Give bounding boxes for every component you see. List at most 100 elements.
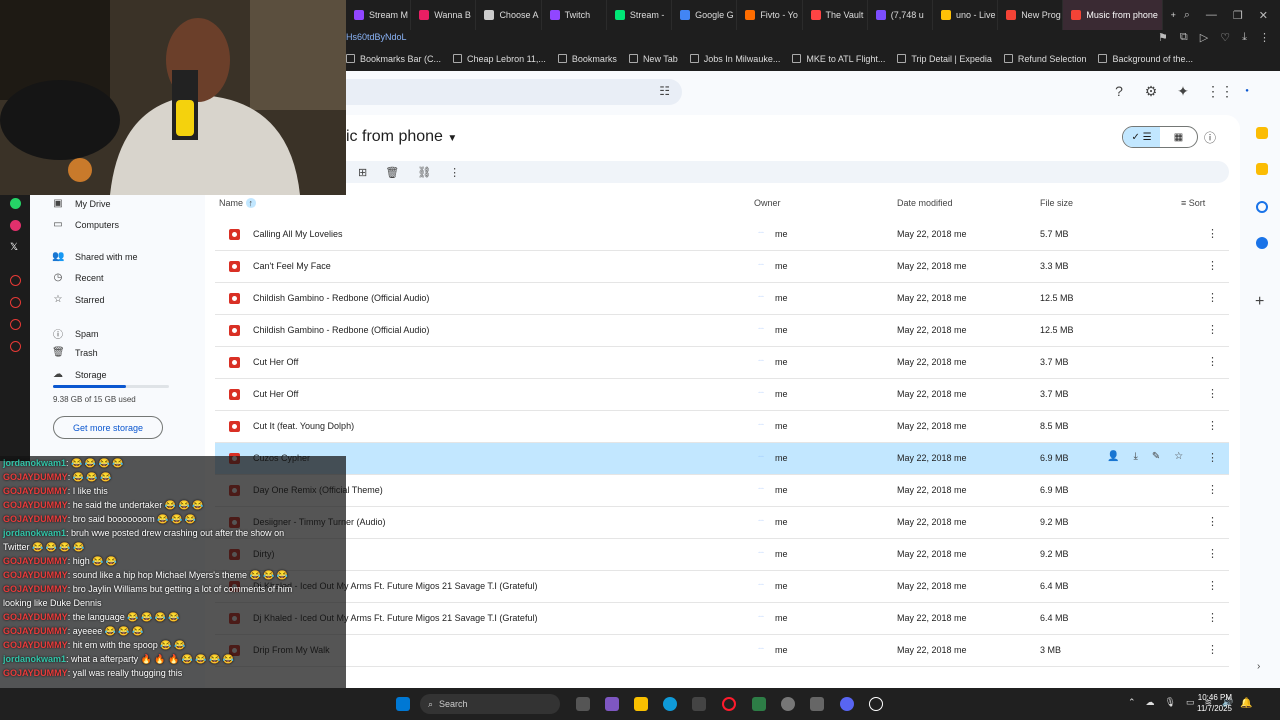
- browser-tab[interactable]: The Vault: [803, 0, 868, 30]
- more-options-icon[interactable]: ⋮: [1207, 611, 1218, 624]
- sidebar-item-computers[interactable]: ▭ Computers: [52, 219, 119, 230]
- notification-bell-icon[interactable]: 🔔: [1240, 698, 1252, 709]
- info-icon[interactable]: ⓘ: [1204, 129, 1216, 146]
- trash-icon[interactable]: 🗑: [385, 166, 399, 179]
- app-taskbar-icon[interactable]: [752, 697, 766, 711]
- opera-gx-icon[interactable]: [722, 697, 736, 711]
- browser-tab[interactable]: Wanna B: [411, 0, 477, 30]
- folder-dropdown-icon[interactable]: ▼: [447, 133, 457, 144]
- more-options-icon[interactable]: ⋮: [1207, 483, 1218, 496]
- more-options-icon[interactable]: ⋮: [1207, 355, 1218, 368]
- bookmark-item[interactable]: New Tab: [628, 54, 678, 64]
- browser-tab[interactable]: Google G: [672, 0, 738, 30]
- instagram-icon[interactable]: [10, 220, 21, 231]
- keep-icon[interactable]: [1256, 163, 1268, 175]
- sidebar-item-spam[interactable]: ⓘ Spam: [52, 326, 99, 342]
- file-row[interactable]: Childish Gambino - Redbone (Official Aud…: [215, 283, 1229, 315]
- search-box[interactable]: ☷: [346, 79, 682, 105]
- file-row[interactable]: Drip From My Walk◦◦◦meMay 22, 2018 me3 M…: [215, 635, 1229, 667]
- file-row[interactable]: Childish Gambino - Redbone (Official Aud…: [215, 315, 1229, 347]
- file-row[interactable]: Cut Her Off ◦◦◦ me May 22, 2018 me 3.7 MB ⋮: [215, 347, 1229, 379]
- contacts-icon[interactable]: [1256, 237, 1268, 249]
- menu-icon[interactable]: ⋮: [1259, 31, 1270, 44]
- minimize-icon[interactable]: —: [1206, 9, 1217, 22]
- bookmark-item[interactable]: Cheap Lebron 11,...: [453, 54, 546, 64]
- browser-tab[interactable]: Fivto - Yo: [737, 0, 803, 30]
- browser-tab[interactable]: Stream -: [607, 0, 673, 30]
- settings-gear-icon[interactable]: ⚙: [1142, 82, 1160, 100]
- browser-tab[interactable]: Twitch: [542, 0, 607, 30]
- owner-column-header[interactable]: Owner: [754, 198, 781, 208]
- view-toggle[interactable]: ✓ ☰ ▦: [1122, 126, 1198, 148]
- download-icon[interactable]: ⤓: [1242, 31, 1247, 44]
- app-taskbar-icon-2[interactable]: [810, 697, 824, 711]
- sidebar-item-my-drive[interactable]: ▣ My Drive: [52, 198, 110, 209]
- rename-icon[interactable]: ✎: [1152, 451, 1160, 462]
- more-options-icon[interactable]: ⋮: [1207, 387, 1218, 400]
- folder-title[interactable]: ic from phone ▼: [346, 128, 457, 146]
- help-icon[interactable]: ?: [1110, 82, 1128, 100]
- apps-grid-icon[interactable]: ⋮⋮: [1206, 82, 1234, 100]
- search-options-icon[interactable]: ☷: [659, 84, 670, 98]
- more-options-icon[interactable]: ⋮: [1207, 451, 1218, 464]
- x-icon[interactable]: 𝕏: [10, 242, 21, 253]
- store-icon[interactable]: [692, 697, 706, 711]
- sidebar-item-trash[interactable]: 🗑 Trash: [52, 347, 98, 358]
- sort-arrow-up-icon[interactable]: ↑: [245, 198, 257, 208]
- file-explorer-icon[interactable]: [634, 697, 648, 711]
- discord-icon[interactable]: [840, 697, 854, 711]
- sort-button[interactable]: ≡ Sort: [1181, 198, 1205, 208]
- more-options-icon[interactable]: ⋮: [1207, 227, 1218, 240]
- app-icon-2[interactable]: [10, 297, 21, 308]
- sidebar-item-starred[interactable]: ☆ Starred: [52, 294, 105, 305]
- task-view-icon[interactable]: [576, 697, 590, 711]
- more-actions-icon[interactable]: ⋮: [449, 166, 460, 179]
- move-folder-icon[interactable]: ⊞: [358, 166, 367, 179]
- new-tab-button[interactable]: +: [1163, 0, 1184, 30]
- bookmark-item[interactable]: Refund Selection: [1003, 54, 1086, 64]
- bookmark-item[interactable]: MKE to ATL Flight...: [792, 54, 885, 64]
- share-icon[interactable]: 👤: [1107, 451, 1119, 462]
- bookmark-item[interactable]: Bookmarks Bar (C...: [346, 54, 441, 64]
- search-tabs-icon[interactable]: ⌕: [1184, 9, 1190, 22]
- sidebar-item-storage[interactable]: ☁ Storage: [52, 369, 107, 380]
- chevron-up-icon[interactable]: ⌃: [1128, 697, 1136, 708]
- file-row[interactable]: Dirty)◦◦◦meMay 22, 2018 me9.2 MB⋮: [215, 539, 1229, 571]
- file-row[interactable]: Cuzos Cypher◦◦◦meMay 22, 2018 me6.9 MB👤⤓…: [215, 443, 1229, 475]
- expand-panel-icon[interactable]: ›: [1257, 661, 1260, 672]
- file-row[interactable]: Cut Her Off ◦◦◦ me May 22, 2018 me 3.7 MB ⋮: [215, 379, 1229, 411]
- play-icon[interactable]: ▷: [1200, 31, 1208, 44]
- media-player-icon[interactable]: [869, 697, 883, 711]
- file-row[interactable]: Calling All My Lovelies ◦◦◦ me May 22, 2018…: [215, 219, 1229, 251]
- app-icon-1[interactable]: [10, 275, 21, 286]
- whatsapp-icon[interactable]: [10, 198, 21, 209]
- network-icon[interactable]: ▭: [1186, 697, 1195, 708]
- browser-tab[interactable]: uno - Live: [933, 0, 999, 30]
- star-icon[interactable]: ☆: [1174, 451, 1183, 462]
- browser-tab[interactable]: Stream M: [346, 0, 412, 30]
- bookmark-item[interactable]: Bookmarks: [557, 54, 617, 64]
- date-column-header[interactable]: Date modified: [897, 198, 953, 208]
- browser-tab[interactable]: (7,748 u: [868, 0, 933, 30]
- get-more-storage-button[interactable]: Get more storage: [53, 416, 163, 439]
- file-row[interactable]: Day One Remix (Official Theme)◦◦◦meMay 2…: [215, 475, 1229, 507]
- windows-start-icon[interactable]: [396, 697, 410, 711]
- browser-tab[interactable]: New Prog: [998, 0, 1064, 30]
- edge-icon[interactable]: [663, 697, 677, 711]
- more-options-icon[interactable]: ⋮: [1207, 291, 1218, 304]
- bookmark-item[interactable]: Trip Detail | Expedia: [897, 54, 992, 64]
- maximize-icon[interactable]: ❐: [1233, 9, 1243, 22]
- download-icon[interactable]: ⤓: [1133, 451, 1137, 462]
- copilot-icon[interactable]: [605, 697, 619, 711]
- mic-icon[interactable]: 🎙: [1165, 697, 1176, 708]
- file-row[interactable]: Desiigner - Timmy Turner (Audio)◦◦◦meMay…: [215, 507, 1229, 539]
- browser-tab[interactable]: Music from phone: [1063, 0, 1163, 30]
- tasks-icon[interactable]: [1256, 201, 1268, 213]
- file-row[interactable]: Can't Feel My Face ◦◦◦ me May 22, 2018 me 3.…: [215, 251, 1229, 283]
- more-options-icon[interactable]: ⋮: [1207, 259, 1218, 272]
- more-options-icon[interactable]: ⋮: [1207, 579, 1218, 592]
- sidebar-item-recent[interactable]: ◷ Recent: [52, 272, 104, 283]
- gemini-sparkle-icon[interactable]: ✦: [1174, 82, 1192, 100]
- app-icon-4[interactable]: [10, 341, 21, 352]
- calendar-icon[interactable]: [1256, 127, 1268, 139]
